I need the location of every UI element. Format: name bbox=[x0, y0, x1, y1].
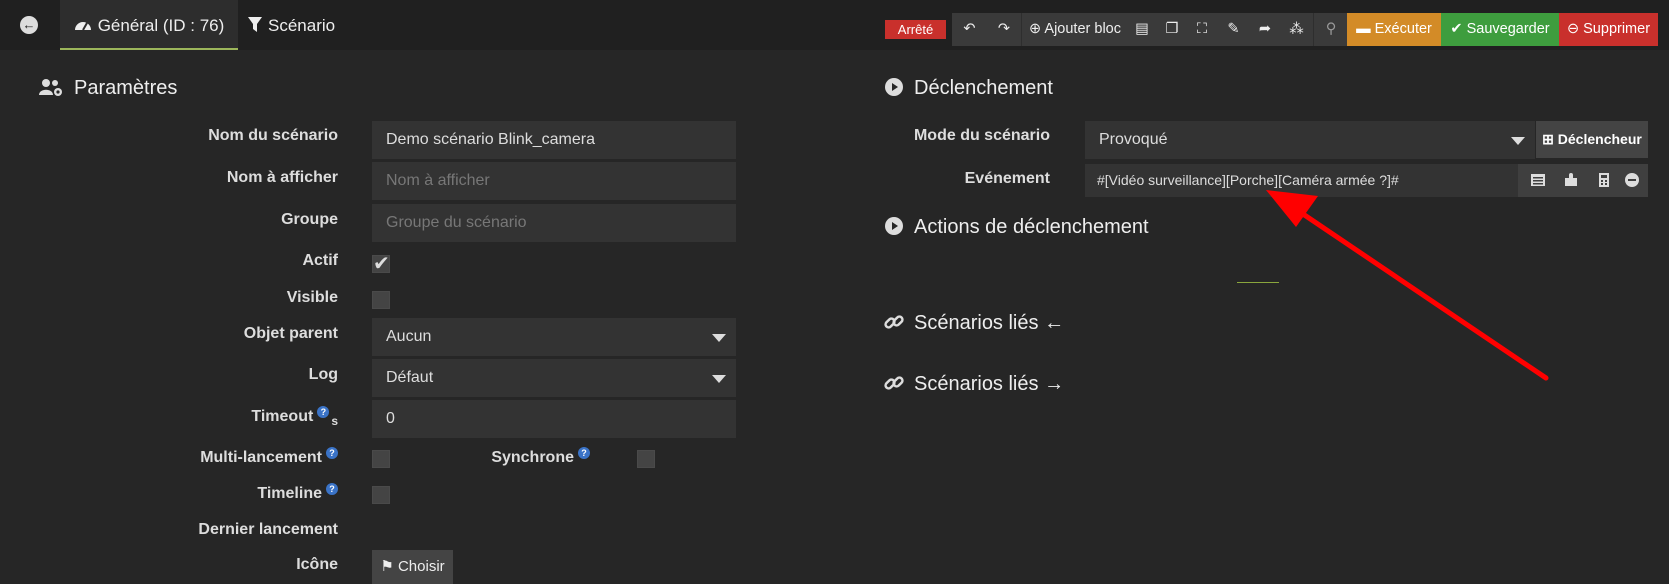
annotation-arrow bbox=[1266, 190, 1549, 381]
